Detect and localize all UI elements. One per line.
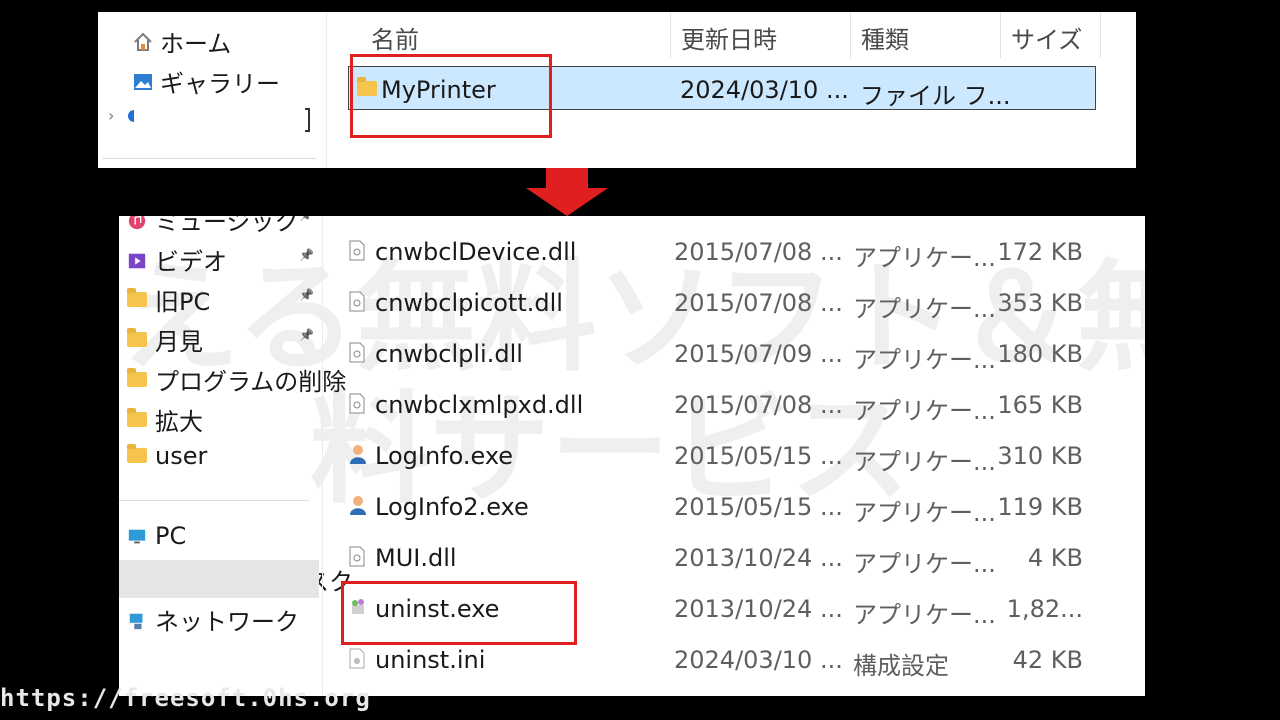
file-name: MUI.dll	[375, 544, 457, 572]
dll-icon	[349, 545, 365, 567]
nav-item-gallery-label: ギャラリー	[160, 70, 280, 98]
file-size: 353 KB	[997, 289, 1083, 317]
file-name: cnwbclDevice.dll	[375, 238, 577, 266]
file-row[interactable]: uninst.ini 2024/03/10 ... 構成設定 42 KB	[119, 638, 1145, 688]
column-separator[interactable]	[670, 12, 671, 58]
column-header-type[interactable]: 種類	[861, 20, 909, 55]
gallery-icon	[134, 73, 152, 90]
file-row[interactable]: MUI.dll 2013/10/24 ... アプリケー... 4 KB	[119, 536, 1145, 586]
annotation-highlight-box	[341, 581, 577, 645]
file-date: 2015/07/09 ...	[674, 340, 843, 368]
file-name: LogInfo.exe	[375, 442, 514, 470]
user-exe-icon	[349, 443, 366, 464]
file-name: cnwbclxmlpxd.dll	[375, 391, 584, 419]
file-type: アプリケー...	[853, 601, 996, 629]
column-separator[interactable]	[1000, 12, 1001, 58]
file-row[interactable]: cnwbclxmlpxd.dll 2015/07/08 ... アプリケー... 16…	[119, 383, 1145, 433]
ini-icon	[349, 647, 365, 669]
file-type: 構成設定	[853, 652, 949, 680]
file-size: 1,82...	[1006, 595, 1083, 623]
file-size: 119 KB	[997, 493, 1083, 521]
dll-icon	[349, 239, 365, 261]
file-type: アプリケー...	[853, 397, 996, 425]
file-type: アプリケー...	[853, 499, 996, 527]
file-date: 2024/03/10 ...	[674, 646, 843, 674]
file-name: uninst.ini	[375, 646, 486, 674]
file-date: 2015/07/08 ...	[674, 238, 843, 266]
file-size: 165 KB	[997, 391, 1083, 419]
file-name: cnwbclpli.dll	[375, 340, 523, 368]
column-header-size[interactable]: サイズ	[1011, 20, 1082, 55]
file-type: アプリケー...	[853, 550, 996, 578]
file-size: 4 KB	[1027, 544, 1083, 572]
down-arrow-icon	[526, 168, 608, 216]
music-icon	[127, 216, 149, 231]
file-row[interactable]: LogInfo2.exe 2015/05/15 ... アプリケー... 119 KB	[119, 485, 1145, 535]
nav-item-gallery[interactable]: ギャラリー	[132, 64, 280, 99]
onedrive-icon	[128, 109, 135, 122]
nav-expand-chevron[interactable]: ›	[108, 106, 135, 125]
explorer-bottom-panel: 使える無料ソフト＆無 料サービス ミュージック📌ビデオ📌旧PC📌月見📌プログラム…	[119, 216, 1145, 696]
file-name: LogInfo2.exe	[375, 493, 529, 521]
file-row[interactable]: LogInfo.exe 2015/05/15 ... アプリケー... 310 KB	[119, 434, 1145, 484]
file-date: 2015/05/15 ...	[674, 442, 843, 470]
file-size: 172 KB	[997, 238, 1083, 266]
file-row[interactable]: cnwbclpicott.dll 2015/07/08 ... アプリケー... 35…	[119, 281, 1145, 331]
nav-truncated-edge	[305, 108, 310, 132]
file-date: 2013/10/24 ...	[674, 544, 843, 572]
dll-icon	[349, 392, 365, 414]
nav-item-home-label: ホーム	[160, 30, 232, 58]
file-date: 2024/03/10 ...	[680, 76, 849, 104]
dll-icon	[349, 341, 365, 363]
file-size: 180 KB	[997, 340, 1083, 368]
file-date: 2013/10/24 ...	[674, 595, 843, 623]
explorer-top-panel: ホーム ギャラリー › 名前 更新日時 種類 サイズ ˇ MyPrinter 2…	[98, 12, 1136, 168]
column-separator[interactable]	[1100, 12, 1101, 58]
file-row[interactable]: cnwbclDevice.dll 2015/07/08 ... アプリケー... 17…	[119, 230, 1145, 280]
file-date: 2015/07/08 ...	[674, 391, 843, 419]
chevron-right-icon[interactable]: ›	[108, 106, 114, 125]
source-url: https://freesoft.0hs.org	[0, 684, 371, 712]
home-icon	[134, 32, 152, 51]
pin-icon[interactable]: 📌	[299, 216, 314, 222]
file-row[interactable]: uninst.exe 2013/10/24 ... アプリケー... 1,82...	[119, 587, 1145, 637]
file-size: 310 KB	[997, 442, 1083, 470]
file-row[interactable]: cnwbclpli.dll 2015/07/09 ... アプリケー... 180 K…	[119, 332, 1145, 382]
file-date: 2015/07/08 ...	[674, 289, 843, 317]
file-type: アプリケー...	[853, 295, 996, 323]
file-type: アプリケー...	[853, 244, 996, 272]
nav-item-home[interactable]: ホーム	[132, 24, 231, 59]
column-header-date[interactable]: 更新日時	[681, 20, 777, 55]
column-header-name[interactable]: 名前	[371, 20, 419, 55]
file-type: アプリケー...	[853, 448, 996, 476]
dll-icon	[349, 290, 365, 312]
file-type: ファイル フ...	[860, 82, 1011, 110]
sort-caret-icon: ˇ	[510, 12, 516, 20]
file-size: 42 KB	[1012, 646, 1083, 674]
user-exe-icon	[349, 494, 366, 515]
nav-divider	[102, 158, 316, 159]
pane-splitter[interactable]	[326, 12, 327, 168]
file-name: cnwbclpicott.dll	[375, 289, 563, 317]
column-separator[interactable]	[850, 12, 851, 58]
file-date: 2015/05/15 ...	[674, 493, 843, 521]
file-type: アプリケー...	[853, 346, 996, 374]
annotation-highlight-box	[350, 54, 552, 138]
